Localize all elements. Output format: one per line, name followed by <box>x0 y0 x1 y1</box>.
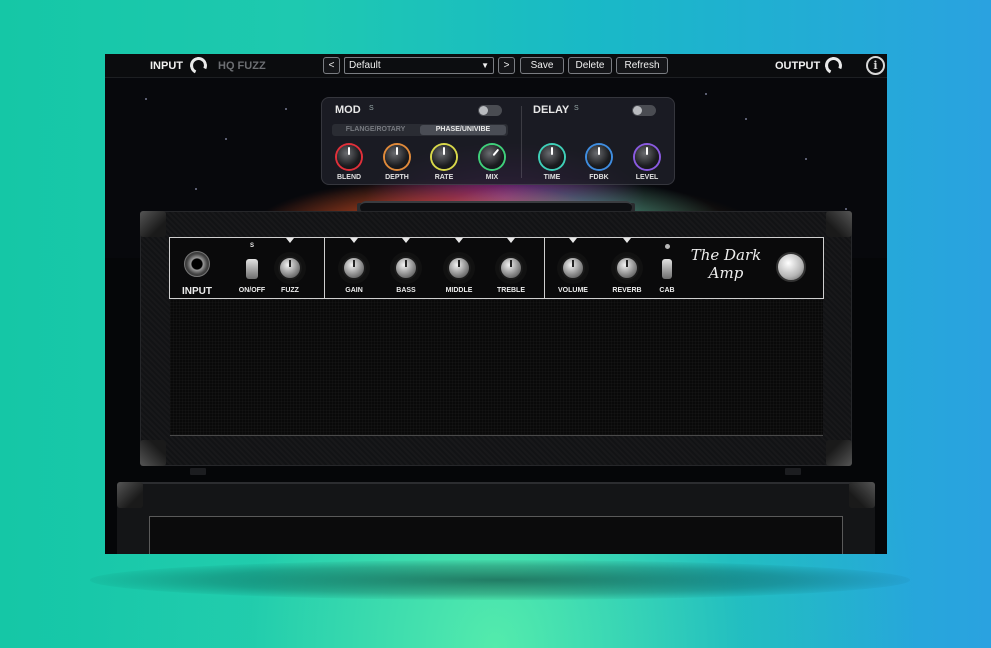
depth-knob[interactable] <box>385 145 409 169</box>
corner-protector <box>140 440 166 466</box>
amp-logo: The Dark Amp <box>686 246 766 282</box>
mod-toggle[interactable] <box>478 105 502 116</box>
fuzz-s-label: S <box>249 243 254 249</box>
fuzz-marker <box>286 238 294 243</box>
input-label: INPUT <box>150 60 183 72</box>
mix-knob[interactable] <box>480 145 504 169</box>
time-label: TIME <box>543 174 561 181</box>
plugin-window: INPUT HQ FUZZ < Default ▼ > Save Delete R… <box>105 54 887 554</box>
fdbk-knob[interactable] <box>587 145 611 169</box>
output-gain-knob[interactable] <box>822 54 845 77</box>
middle-marker <box>455 238 463 243</box>
drop-shadow <box>90 560 910 600</box>
rate-label: RATE <box>434 174 454 181</box>
mode-flange-rotary[interactable]: FLANGE/ROTARY <box>332 125 419 135</box>
level-label: LEVEL <box>635 174 659 181</box>
rate-knob[interactable] <box>432 145 456 169</box>
mod-title: MOD <box>335 104 361 116</box>
cabinet-grille <box>149 516 843 554</box>
mod-mode-selector: FLANGE/ROTARY PHASE/UNIVIBE <box>332 124 508 136</box>
bass-marker <box>402 238 410 243</box>
delay-title: DELAY <box>533 104 570 116</box>
mod-s-label: S <box>369 105 374 112</box>
save-button[interactable]: Save <box>520 57 564 74</box>
amp-grille <box>170 300 823 436</box>
power-footswitch[interactable] <box>776 252 806 282</box>
refresh-button[interactable]: Refresh <box>616 57 668 74</box>
cab-led <box>665 244 670 249</box>
amp-foot <box>785 468 801 475</box>
reverb-knob[interactable] <box>615 256 639 280</box>
blend-label: BLEND <box>336 174 362 181</box>
corner-protector <box>140 211 166 237</box>
treble-label: TREBLE <box>497 287 525 294</box>
reverb-marker <box>623 238 631 243</box>
output-label: OUTPUT <box>775 60 821 72</box>
dropdown-caret-icon: ▼ <box>481 61 489 70</box>
middle-knob[interactable] <box>447 256 471 280</box>
prev-preset-button[interactable]: < <box>323 57 340 74</box>
fx-divider <box>521 106 522 178</box>
info-button[interactable]: i <box>866 56 885 75</box>
logo-line-1: The Dark <box>690 246 762 264</box>
level-knob[interactable] <box>635 145 659 169</box>
corner-protector <box>117 482 143 508</box>
fuzz-knob[interactable] <box>278 256 302 280</box>
mix-label: MIX <box>485 174 499 181</box>
depth-label: DEPTH <box>385 174 409 181</box>
top-bar: INPUT HQ FUZZ < Default ▼ > Save Delete R… <box>105 54 887 78</box>
preset-select[interactable]: Default ▼ <box>344 57 494 74</box>
delay-toggle[interactable] <box>632 105 656 116</box>
cab-label: CAB <box>659 287 675 294</box>
control-panel: INPUT S ON/OFF FUZZ GAIN BASS MIDDLE TRE… <box>169 237 824 299</box>
preset-value: Default <box>349 60 381 71</box>
time-knob[interactable] <box>540 145 564 169</box>
panel-divider <box>324 238 325 298</box>
volume-marker <box>569 238 577 243</box>
gain-label: GAIN <box>345 287 363 294</box>
mode-phase-univibe[interactable]: PHASE/UNIVIBE <box>420 125 506 135</box>
bass-label: BASS <box>396 287 416 294</box>
amp-foot <box>190 468 206 475</box>
next-preset-button[interactable]: > <box>498 57 515 74</box>
on-off-switch[interactable] <box>246 259 258 279</box>
jack-input-label: INPUT <box>182 286 212 297</box>
bass-knob[interactable] <box>394 256 418 280</box>
corner-protector <box>826 440 852 466</box>
fuzz-label: FUZZ <box>281 287 299 294</box>
delete-button[interactable]: Delete <box>568 57 612 74</box>
blend-knob[interactable] <box>337 145 361 169</box>
logo-line-2: Amp <box>708 264 744 282</box>
input-jack[interactable] <box>184 251 210 277</box>
panel-divider <box>544 238 545 298</box>
treble-knob[interactable] <box>499 256 523 280</box>
input-gain-knob[interactable] <box>187 54 210 77</box>
corner-protector <box>826 211 852 237</box>
volume-label: VOLUME <box>558 287 588 294</box>
middle-label: MIDDLE <box>445 287 473 294</box>
treble-marker <box>507 238 515 243</box>
gain-knob[interactable] <box>342 256 366 280</box>
plugin-name: HQ FUZZ <box>218 60 266 72</box>
gain-marker <box>350 238 358 243</box>
delay-s-label: S <box>574 105 579 112</box>
fdbk-label: FDBK <box>589 174 609 181</box>
volume-knob[interactable] <box>561 256 585 280</box>
reverb-label: REVERB <box>612 287 642 294</box>
cab-switch[interactable] <box>662 259 672 279</box>
effects-panel: MOD S FLANGE/ROTARY PHASE/UNIVIBE BLEND … <box>321 97 675 185</box>
corner-protector <box>849 482 875 508</box>
